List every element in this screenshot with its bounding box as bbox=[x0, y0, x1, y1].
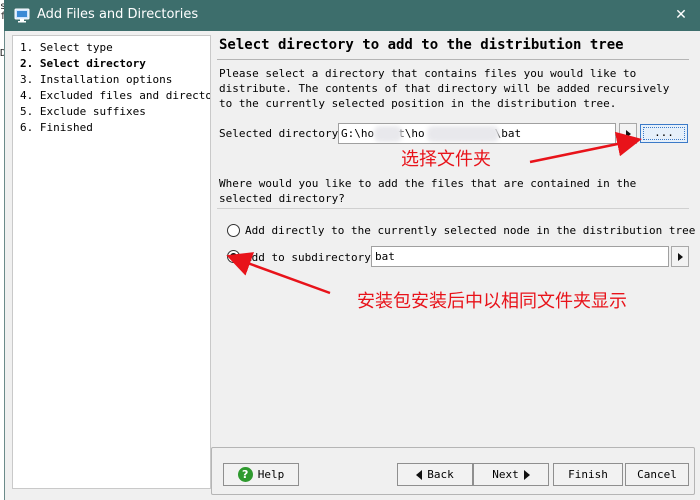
close-icon: ✕ bbox=[675, 7, 687, 23]
directory-text-part: G:\ho bbox=[341, 127, 375, 140]
page-title: Select directory to add to the distribut… bbox=[219, 37, 624, 53]
arrow-right-icon bbox=[523, 469, 530, 480]
steps-panel: 1. Select type 2. Select directory 3. In… bbox=[12, 35, 211, 489]
back-label: Back bbox=[427, 468, 454, 481]
page-description: Please select a directory that contains … bbox=[219, 67, 670, 110]
title-bar: Add Files and Directories ✕ bbox=[4, 0, 700, 31]
window-title: Add Files and Directories bbox=[37, 7, 199, 22]
radio-add-subdirectory-label[interactable]: Add to subdirectory: bbox=[245, 251, 377, 264]
subdirectory-input[interactable]: bat bbox=[371, 246, 669, 267]
divider bbox=[217, 208, 689, 209]
step-excluded-files: 4. Excluded files and directories bbox=[20, 89, 210, 102]
directory-text-part: t\ho bbox=[398, 127, 425, 140]
radio-add-subdirectory[interactable] bbox=[227, 250, 240, 263]
redaction-blur bbox=[427, 126, 499, 142]
close-button[interactable]: ✕ bbox=[666, 3, 696, 28]
step-select-type: 1. Select type bbox=[20, 41, 113, 54]
triangle-right-icon bbox=[677, 252, 683, 261]
next-button[interactable]: Next bbox=[473, 463, 549, 486]
subdirectory-history-button[interactable] bbox=[671, 246, 689, 267]
redaction-blur bbox=[374, 126, 402, 142]
radio-add-directly-label[interactable]: Add directly to the currently selected n… bbox=[245, 224, 695, 237]
browse-button[interactable]: ... bbox=[640, 124, 688, 143]
triangle-right-icon bbox=[625, 129, 631, 138]
directory-history-button[interactable] bbox=[619, 123, 637, 144]
divider bbox=[217, 59, 689, 60]
annotation-select-folder: 选择文件夹 bbox=[401, 149, 491, 170]
back-button[interactable]: Back bbox=[397, 463, 473, 486]
selected-directory-field[interactable]: G:\ho t\ho \bat bbox=[338, 123, 616, 144]
step-select-directory: 2. Select directory bbox=[20, 57, 146, 70]
radio-add-directly[interactable] bbox=[227, 224, 240, 237]
next-label: Next bbox=[492, 468, 519, 481]
selected-directory-label: Selected directory: bbox=[219, 127, 345, 140]
annotation-install-note: 安装包安装后中以相同文件夹显示 bbox=[357, 291, 627, 312]
dialog-body: 1. Select type 2. Select directory 3. In… bbox=[4, 31, 700, 500]
step-exclude-suffixes: 5. Exclude suffixes bbox=[20, 105, 146, 118]
help-icon: ? bbox=[237, 467, 253, 482]
help-label: Help bbox=[257, 468, 285, 481]
step-finished: 6. Finished bbox=[20, 121, 93, 134]
main-content: Select directory to add to the distribut… bbox=[211, 31, 700, 500]
monitor-icon bbox=[14, 8, 30, 23]
cancel-button[interactable]: Cancel bbox=[625, 463, 689, 486]
help-button[interactable]: ? Help bbox=[223, 463, 299, 486]
step-installation-options: 3. Installation options bbox=[20, 73, 173, 86]
arrow-left-icon bbox=[416, 469, 423, 480]
target-question: Where would you like to add the files th… bbox=[219, 177, 637, 205]
finish-button[interactable]: Finish bbox=[553, 463, 623, 486]
